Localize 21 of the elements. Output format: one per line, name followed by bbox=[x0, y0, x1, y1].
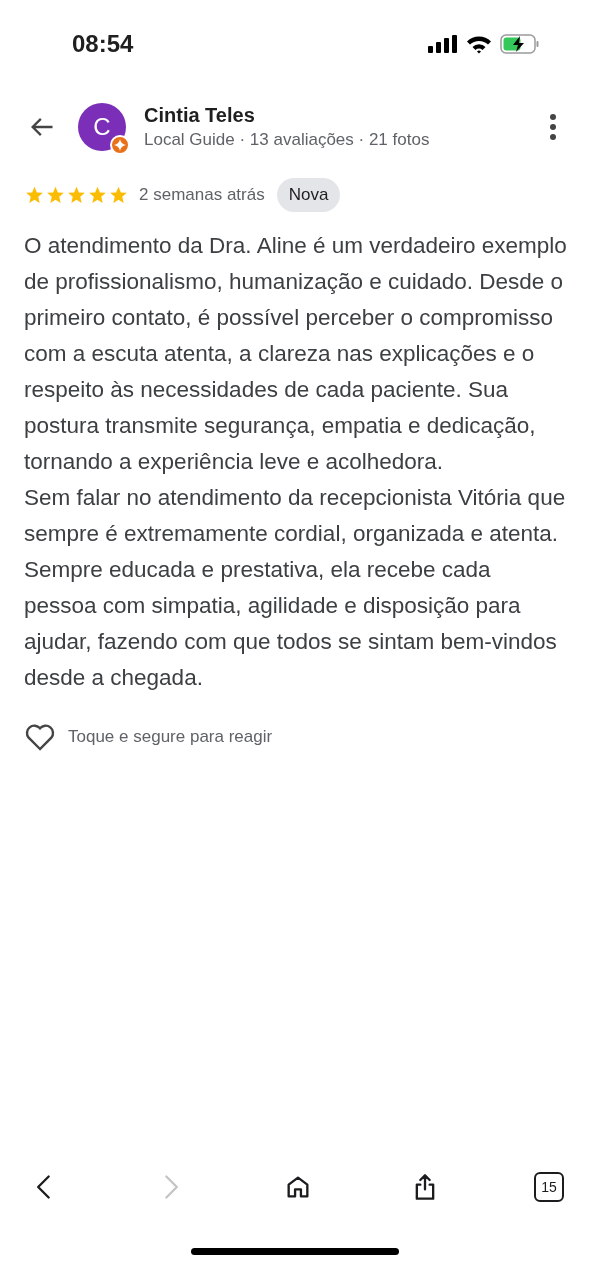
tabs-button[interactable]: 15 bbox=[534, 1172, 564, 1202]
star-icon bbox=[24, 184, 45, 205]
reaction-hint: Toque e segure para reagir bbox=[68, 725, 273, 748]
wifi-icon bbox=[466, 34, 492, 54]
star-icon bbox=[108, 184, 129, 205]
star-icon bbox=[87, 184, 108, 205]
more-vertical-icon bbox=[550, 114, 556, 140]
local-guide-badge-icon bbox=[110, 135, 130, 155]
review-text: O atendimento da Dra. Aline é um verdadeiro exemplo de profissionalismo, humanização e cuidado. Desde o primeiro contato, é possível perceber o compromisso com a escuta atenta, a clareza nas explicações e o respeito às necessidades de cada paciente. Sua postura transmite segurança, empatia e dedicação, tornando a experiência leve e acolhedora. bbox=[24, 231, 568, 476]
avatar: C bbox=[78, 103, 126, 151]
reviewer-meta: Local Guide · 13 avaliações · 21 fotos bbox=[144, 129, 431, 151]
star-icon bbox=[45, 184, 66, 205]
star-icon bbox=[66, 184, 87, 205]
status-time: 08:54 bbox=[72, 29, 134, 59]
battery-charging-icon bbox=[500, 34, 540, 54]
review-text: Sem falar no atendimento da recepcionista Vitória que sempre é extremamente cordial, organizada e atenta. Sempre educada e prestativa, ela recebe cada pessoa com simpatia, agilidade e disposição para ajudar, fazendo com que todos se sintam bem-vindos desde a chegada. bbox=[24, 483, 567, 692]
review-date: 2 semanas atrás bbox=[139, 184, 265, 206]
signal-icon bbox=[428, 35, 458, 53]
new-badge: Nova bbox=[276, 178, 341, 212]
heart-button[interactable] bbox=[24, 721, 56, 752]
reviewer-name: Cintia Teles bbox=[144, 103, 256, 128]
